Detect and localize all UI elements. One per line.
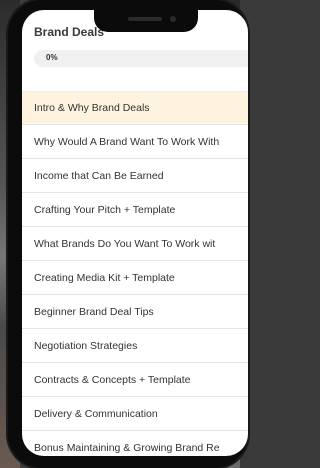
lesson-label: Crafting Your Pitch + Template — [34, 203, 176, 216]
progress-percent: 0% — [46, 53, 58, 62]
phone-notch — [94, 10, 198, 32]
lesson-label: Beginner Brand Deal Tips — [34, 305, 154, 318]
lesson-item[interactable]: Bonus Maintaining & Growing Brand Re — [22, 431, 248, 456]
lesson-item-active[interactable]: Intro & Why Brand Deals — [22, 91, 248, 125]
speaker-grille — [128, 17, 162, 21]
lesson-label: Income that Can Be Earned — [34, 169, 164, 182]
lesson-label: Creating Media Kit + Template — [34, 271, 175, 284]
lesson-list: Intro & Why Brand Deals Why Would A Bran… — [22, 91, 248, 456]
lesson-label: Delivery & Communication — [34, 407, 158, 420]
progress-bar: 0% — [34, 50, 248, 67]
lesson-label: Negotiation Strategies — [34, 339, 138, 352]
lesson-item[interactable]: Income that Can Be Earned — [22, 159, 248, 193]
lesson-item[interactable]: Crafting Your Pitch + Template — [22, 193, 248, 227]
lesson-item[interactable]: Negotiation Strategies — [22, 329, 248, 363]
lesson-label: Intro & Why Brand Deals — [34, 102, 150, 114]
phone-frame: Brand Deals 0% Intro & Why Brand Deals W… — [8, 0, 248, 468]
lesson-item[interactable]: Delivery & Communication — [22, 397, 248, 431]
lesson-label: Bonus Maintaining & Growing Brand Re — [34, 441, 220, 454]
lesson-item[interactable]: Beginner Brand Deal Tips — [22, 295, 248, 329]
lesson-label: Why Would A Brand Want To Work With — [34, 135, 220, 148]
camera-icon — [170, 16, 176, 22]
lesson-item[interactable]: What Brands Do You Want To Work wit — [22, 227, 248, 261]
lesson-item[interactable]: Why Would A Brand Want To Work With — [22, 125, 248, 159]
lesson-label: What Brands Do You Want To Work wit — [34, 237, 216, 250]
lesson-label: Contracts & Concepts + Template — [34, 373, 191, 386]
lesson-item[interactable]: Creating Media Kit + Template — [22, 261, 248, 295]
lesson-item[interactable]: Contracts & Concepts + Template — [22, 363, 248, 397]
phone-screen: Brand Deals 0% Intro & Why Brand Deals W… — [22, 10, 248, 456]
